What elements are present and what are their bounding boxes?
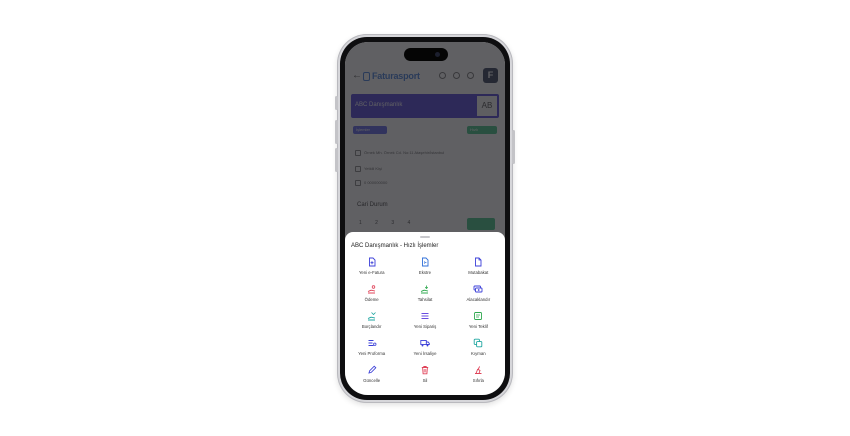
logo-icon — [363, 72, 370, 81]
proforma-list-icon — [368, 340, 377, 346]
address-text: Örnek Mh. Örnek Cd. No:11 Ataşehir/İstan… — [364, 150, 445, 156]
action-label: Yeni Sipariş — [413, 324, 437, 329]
action-label: Yeni Teklif — [468, 324, 488, 329]
action-button[interactable] — [467, 218, 495, 230]
action-debit[interactable]: Borçlandır — [345, 310, 398, 337]
document-icon — [475, 257, 482, 267]
person-row: Yetkili Kişi — [355, 166, 382, 172]
action-label: Yeni e-Fatura — [358, 270, 385, 275]
action-payment[interactable]: Ödeme — [345, 283, 398, 310]
pencil-icon — [368, 365, 377, 374]
phone-small-icon — [355, 180, 361, 186]
reset-icon — [475, 366, 482, 374]
money-stack-icon — [473, 285, 483, 293]
tab-2[interactable]: 2 — [375, 220, 378, 226]
location-icon — [355, 150, 361, 156]
action-label: Tahsilat — [417, 297, 433, 302]
company-name: ABC Danışmanlık — [355, 102, 403, 108]
company-card[interactable]: ABC Danışmanlık AB — [351, 94, 499, 118]
star-icon[interactable] — [439, 72, 446, 79]
back-arrow-icon[interactable]: ← — [352, 70, 362, 81]
sheet-title: ABC Danışmanlık - Hızlı İşlemler — [351, 243, 439, 249]
tab-row: 1 2 3 4 — [359, 220, 422, 226]
action-label: Sıfırla — [472, 378, 484, 383]
hand-payment-icon — [367, 285, 375, 294]
refresh-icon[interactable] — [467, 72, 474, 79]
volume-down-button — [335, 148, 338, 172]
action-label: Alacaklandır — [466, 297, 491, 302]
hand-debt-icon — [367, 312, 376, 321]
phone-text: 0 000000000 — [364, 180, 388, 186]
tab-1[interactable]: 1 — [359, 220, 362, 226]
phone-screen: ← Faturasport F ABC Danışmanlık AB İşlem… — [345, 42, 505, 395]
action-label: Ödeme — [364, 297, 379, 302]
app-badge[interactable]: F — [483, 68, 498, 83]
tab-4[interactable]: 4 — [408, 220, 411, 226]
hand-collect-icon — [420, 285, 429, 294]
tab-3[interactable]: 3 — [391, 220, 394, 226]
action-new-quote[interactable]: Yeni Teklif — [452, 310, 505, 337]
action-label: Yeni Proforma — [358, 351, 386, 356]
action-delete[interactable]: Sil — [398, 364, 451, 391]
mute-button — [335, 96, 338, 110]
action-label: Yeni İrsaliye — [413, 351, 437, 356]
quote-card-icon — [474, 312, 483, 320]
action-label: Borçlandır — [361, 324, 382, 329]
action-update[interactable]: Güncelle — [345, 364, 398, 391]
company-avatar: AB — [477, 96, 497, 116]
order-list-icon — [421, 313, 429, 319]
action-new-order[interactable]: Yeni Sipariş — [398, 310, 451, 337]
app-logo-text: Faturasport — [372, 71, 420, 81]
phone-frame: ← Faturasport F ABC Danışmanlık AB İşlem… — [335, 34, 515, 403]
phone-icon[interactable] — [453, 72, 460, 79]
volume-up-button — [335, 120, 338, 144]
phone-row: 0 000000000 — [355, 180, 387, 186]
sheet-handle[interactable] — [420, 236, 430, 238]
person-text: Yetkili Kişi — [364, 166, 382, 172]
action-label: Mutabakat — [468, 270, 489, 275]
phone-bezel: ← Faturasport F ABC Danışmanlık AB İşlem… — [340, 37, 510, 400]
action-collection[interactable]: Tahsilat — [398, 283, 451, 310]
action-new-waybill[interactable]: Yeni İrsaliye — [398, 337, 451, 364]
copy-icon — [474, 338, 483, 348]
app-header: ← Faturasport F — [345, 64, 505, 90]
action-statement[interactable]: Ekstre — [398, 256, 451, 283]
truck-icon — [420, 340, 430, 347]
power-button — [512, 130, 515, 164]
action-reconciliation[interactable]: Mutabakat — [452, 256, 505, 283]
action-reset[interactable]: Sıfırla — [452, 364, 505, 391]
action-label: Kıyman — [471, 351, 486, 356]
address-row: Örnek Mh. Örnek Cd. No:11 Ataşehir/İstan… — [355, 150, 444, 156]
transactions-pill[interactable]: İşlemler — [353, 126, 387, 134]
person-icon — [355, 166, 361, 172]
action-label: Sil — [422, 378, 428, 383]
dynamic-island — [404, 48, 448, 61]
actions-grid: Yeni e-Fatura Ekstre Mutabakat Ödeme Tah… — [345, 256, 505, 391]
section-title: Cari Durum — [357, 202, 388, 208]
action-label: Ekstre — [418, 270, 432, 275]
file-plus-icon — [368, 257, 376, 267]
action-new-einvoice[interactable]: Yeni e-Fatura — [345, 256, 398, 283]
action-new-proforma[interactable]: Yeni Proforma — [345, 337, 398, 364]
trash-icon — [421, 366, 429, 375]
quick-actions-sheet: ABC Danışmanlık - Hızlı İşlemler Yeni e-… — [345, 232, 505, 395]
action-copy[interactable]: Kıyman — [452, 337, 505, 364]
quick-pill[interactable]: Hızlı — [467, 126, 497, 134]
action-credit[interactable]: Alacaklandır — [452, 283, 505, 310]
action-label: Güncelle — [363, 378, 381, 383]
file-list-icon — [422, 257, 429, 267]
